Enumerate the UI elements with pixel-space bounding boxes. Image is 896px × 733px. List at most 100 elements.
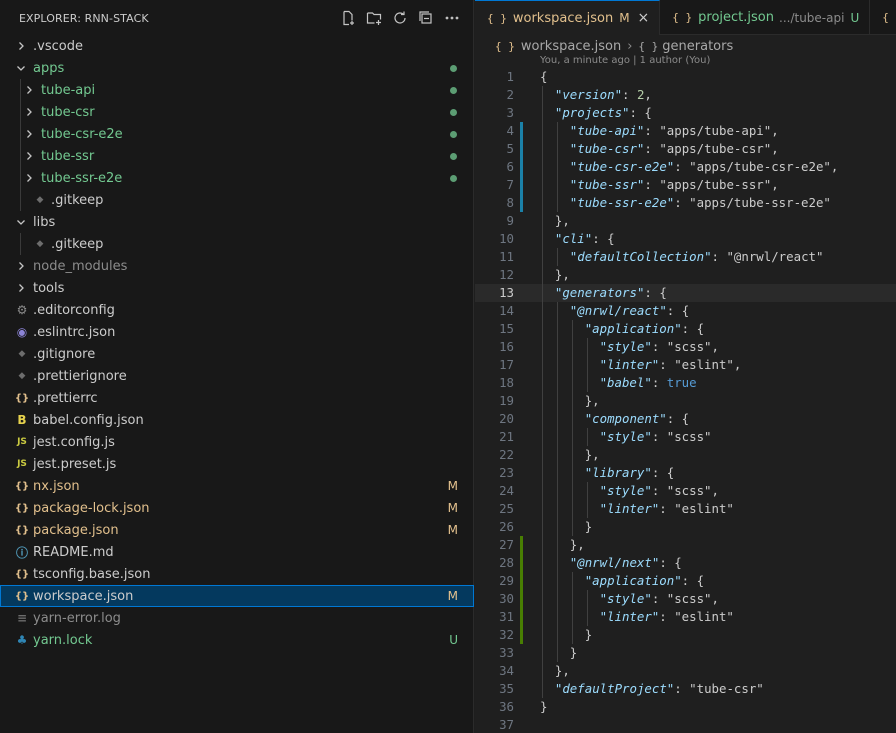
editor-tab[interactable]: { } workspace.json M × [475,0,661,35]
code-line[interactable]: 7 "tube-ssr": "apps/tube-ssr", [475,176,896,194]
added-line-marker[interactable] [520,626,523,644]
code-line[interactable]: 32} [475,626,896,644]
code-line[interactable]: 19}, [475,392,896,410]
tab-git-badge: U [850,10,860,25]
tree-file[interactable]: ◆ .prettierignore [0,365,474,387]
breadcrumb-file[interactable]: workspace.json [521,39,621,54]
code-line[interactable]: 35 "defaultProject": "tube-csr" [475,680,896,698]
code-line[interactable]: 10 "cli": { [475,230,896,248]
tree-file[interactable]: JS jest.preset.js [0,453,474,475]
code-line[interactable]: 37 [475,716,896,733]
code-line[interactable]: 20 "component": { [475,410,896,428]
code-token: }, [584,393,600,408]
tree-file[interactable]: JS jest.config.js [0,431,474,453]
tree-folder[interactable]: tube-ssr-e2e [0,167,474,189]
code-line[interactable]: 22}, [475,446,896,464]
code-text: "@nrwl/next": { [570,554,682,572]
editor-tab[interactable]: { } project.json .../tube-api U [660,0,871,35]
tree-file[interactable]: ♣ yarn.lock U [0,629,474,651]
tree-file[interactable]: {} nx.json M [0,475,474,497]
code-line[interactable]: 11 "defaultCollection": "@nrwl/react" [475,248,896,266]
modified-line-marker[interactable] [520,176,523,194]
refresh-icon[interactable] [391,9,409,27]
added-line-marker[interactable] [520,590,523,608]
indent-guide [542,266,543,284]
code-line[interactable]: 18 "babel": true [475,374,896,392]
code-line[interactable]: 26} [475,518,896,536]
code-line[interactable]: 24 "style": "scss", [475,482,896,500]
code-line[interactable]: 4 "tube-api": "apps/tube-api", [475,122,896,140]
tree-file[interactable]: ≡ yarn-error.log [0,607,474,629]
code-line[interactable]: 6 "tube-csr-e2e": "apps/tube-csr-e2e", [475,158,896,176]
new-file-icon[interactable] [339,9,357,27]
code-line[interactable]: 14 "@nrwl/react": { [475,302,896,320]
code-line[interactable]: 29 "application": { [475,572,896,590]
tree-folder[interactable]: .vscode [0,35,474,57]
tree-file[interactable]: ◆ .gitignore [0,343,474,365]
indent-guide [542,482,543,500]
tree-file[interactable]: ⓘ README.md [0,541,474,563]
code-line[interactable]: 27}, [475,536,896,554]
code-line[interactable]: 21 "style": "scss" [475,428,896,446]
code-line[interactable]: 9}, [475,212,896,230]
tree-file[interactable]: ◆ .gitkeep [0,189,474,211]
tree-file[interactable]: ◆ .gitkeep [0,233,474,255]
tree-folder[interactable]: libs [0,211,474,233]
code-line[interactable]: 28 "@nrwl/next": { [475,554,896,572]
tree-folder[interactable]: tube-api [0,79,474,101]
indent-guide [586,500,588,518]
code-line[interactable]: 25 "linter": "eslint" [475,500,896,518]
code-line[interactable]: 16 "style": "scss", [475,338,896,356]
added-line-marker[interactable] [520,608,523,626]
indent-guide [542,248,543,266]
json-file-icon: { } [495,39,515,53]
tree-file[interactable]: ⚙ .editorconfig [0,299,474,321]
code-line[interactable]: 15 "application": { [475,320,896,338]
code-line[interactable]: 17 "linter": "eslint", [475,356,896,374]
code-line[interactable]: 12}, [475,266,896,284]
collapse-all-icon[interactable] [417,9,435,27]
editor-tab[interactable]: { }p [870,0,896,35]
close-icon[interactable]: × [638,10,650,26]
modified-line-marker[interactable] [520,194,523,212]
modified-line-marker[interactable] [520,140,523,158]
tree-file[interactable]: {} package.json M [0,519,474,541]
tree-folder[interactable]: tube-ssr [0,145,474,167]
tree-file[interactable]: {} workspace.json M [0,585,474,607]
code-line[interactable]: 13 "generators": { [475,284,896,302]
tree-file[interactable]: {} tsconfig.base.json [0,563,474,585]
tree-folder[interactable]: tube-csr-e2e [0,123,474,145]
code-line[interactable]: 2 "version": 2, [475,86,896,104]
code-line[interactable]: 5 "tube-csr": "apps/tube-csr", [475,140,896,158]
code-line[interactable]: 36} [475,698,896,716]
git-blame-codelens[interactable]: You, a minute ago | 1 author (You) [540,55,710,66]
new-folder-icon[interactable] [365,9,383,27]
more-actions-icon[interactable] [443,9,461,27]
tree-folder[interactable]: tools [0,277,474,299]
tree-folder[interactable]: node_modules [0,255,474,277]
tree-file[interactable]: ◉ .eslintrc.json [0,321,474,343]
code-line[interactable]: 1{ [475,68,896,86]
code-line[interactable]: 23 "library": { [475,464,896,482]
tree-file[interactable]: {} .prettierrc [0,387,474,409]
tree-file[interactable]: {} package-lock.json M [0,497,474,519]
code-line[interactable]: 33} [475,644,896,662]
breadcrumb-symbol[interactable]: generators [662,39,733,54]
code-line[interactable]: 34}, [475,662,896,680]
code-line[interactable]: 3 "projects": { [475,104,896,122]
code-line[interactable]: 31 "linter": "eslint" [475,608,896,626]
modified-line-marker[interactable] [520,158,523,176]
code-token: "apps/tube-ssr" [659,177,772,192]
tree-folder[interactable]: tube-csr [0,101,474,123]
tree-item-label: .gitkeep [51,192,104,208]
code-line[interactable]: 30 "style": "scss", [475,590,896,608]
added-line-marker[interactable] [520,536,523,554]
line-number: 7 [506,177,514,192]
code-line[interactable]: 8 "tube-ssr-e2e": "apps/tube-ssr-e2e" [475,194,896,212]
tree-folder[interactable]: apps [0,57,474,79]
added-line-marker[interactable] [520,572,523,590]
modified-line-marker[interactable] [520,122,523,140]
tree-file[interactable]: Bbabel.config.json [0,409,474,431]
code-editor[interactable]: 1{2 "version": 2, 3 "projects": {4 "tube-api… [475,68,896,733]
added-line-marker[interactable] [520,554,523,572]
